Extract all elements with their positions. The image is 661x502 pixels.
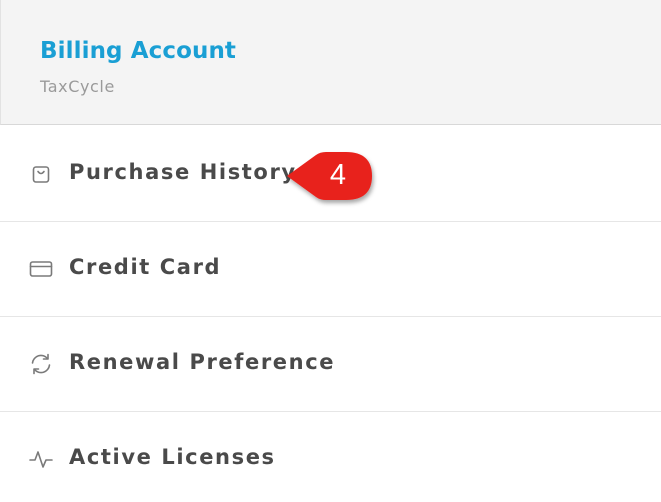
credit-card-icon bbox=[28, 256, 54, 282]
callout-number: 4 bbox=[329, 159, 347, 191]
account-subtitle: TaxCycle bbox=[40, 77, 115, 96]
menu-item-label: Purchase History bbox=[69, 160, 297, 184]
activity-icon bbox=[28, 446, 54, 472]
menu-item-label: Renewal Preference bbox=[69, 350, 336, 374]
menu-item-label: Active Licenses bbox=[69, 445, 276, 469]
menu-item-label: Credit Card bbox=[69, 255, 222, 279]
account-title: Billing Account bbox=[40, 38, 237, 64]
menu-item-credit-card[interactable]: Credit Card bbox=[0, 222, 661, 317]
step-callout-badge: 4 bbox=[286, 150, 374, 208]
account-header: Billing Account TaxCycle bbox=[0, 0, 661, 125]
menu-item-renewal-preference[interactable]: Renewal Preference bbox=[0, 317, 661, 412]
billing-account-panel: Billing Account TaxCycle Purchase Histor… bbox=[0, 0, 661, 502]
refresh-icon bbox=[28, 351, 54, 377]
menu-item-active-licenses[interactable]: Active Licenses bbox=[0, 412, 661, 502]
shopping-bag-icon bbox=[28, 161, 54, 187]
